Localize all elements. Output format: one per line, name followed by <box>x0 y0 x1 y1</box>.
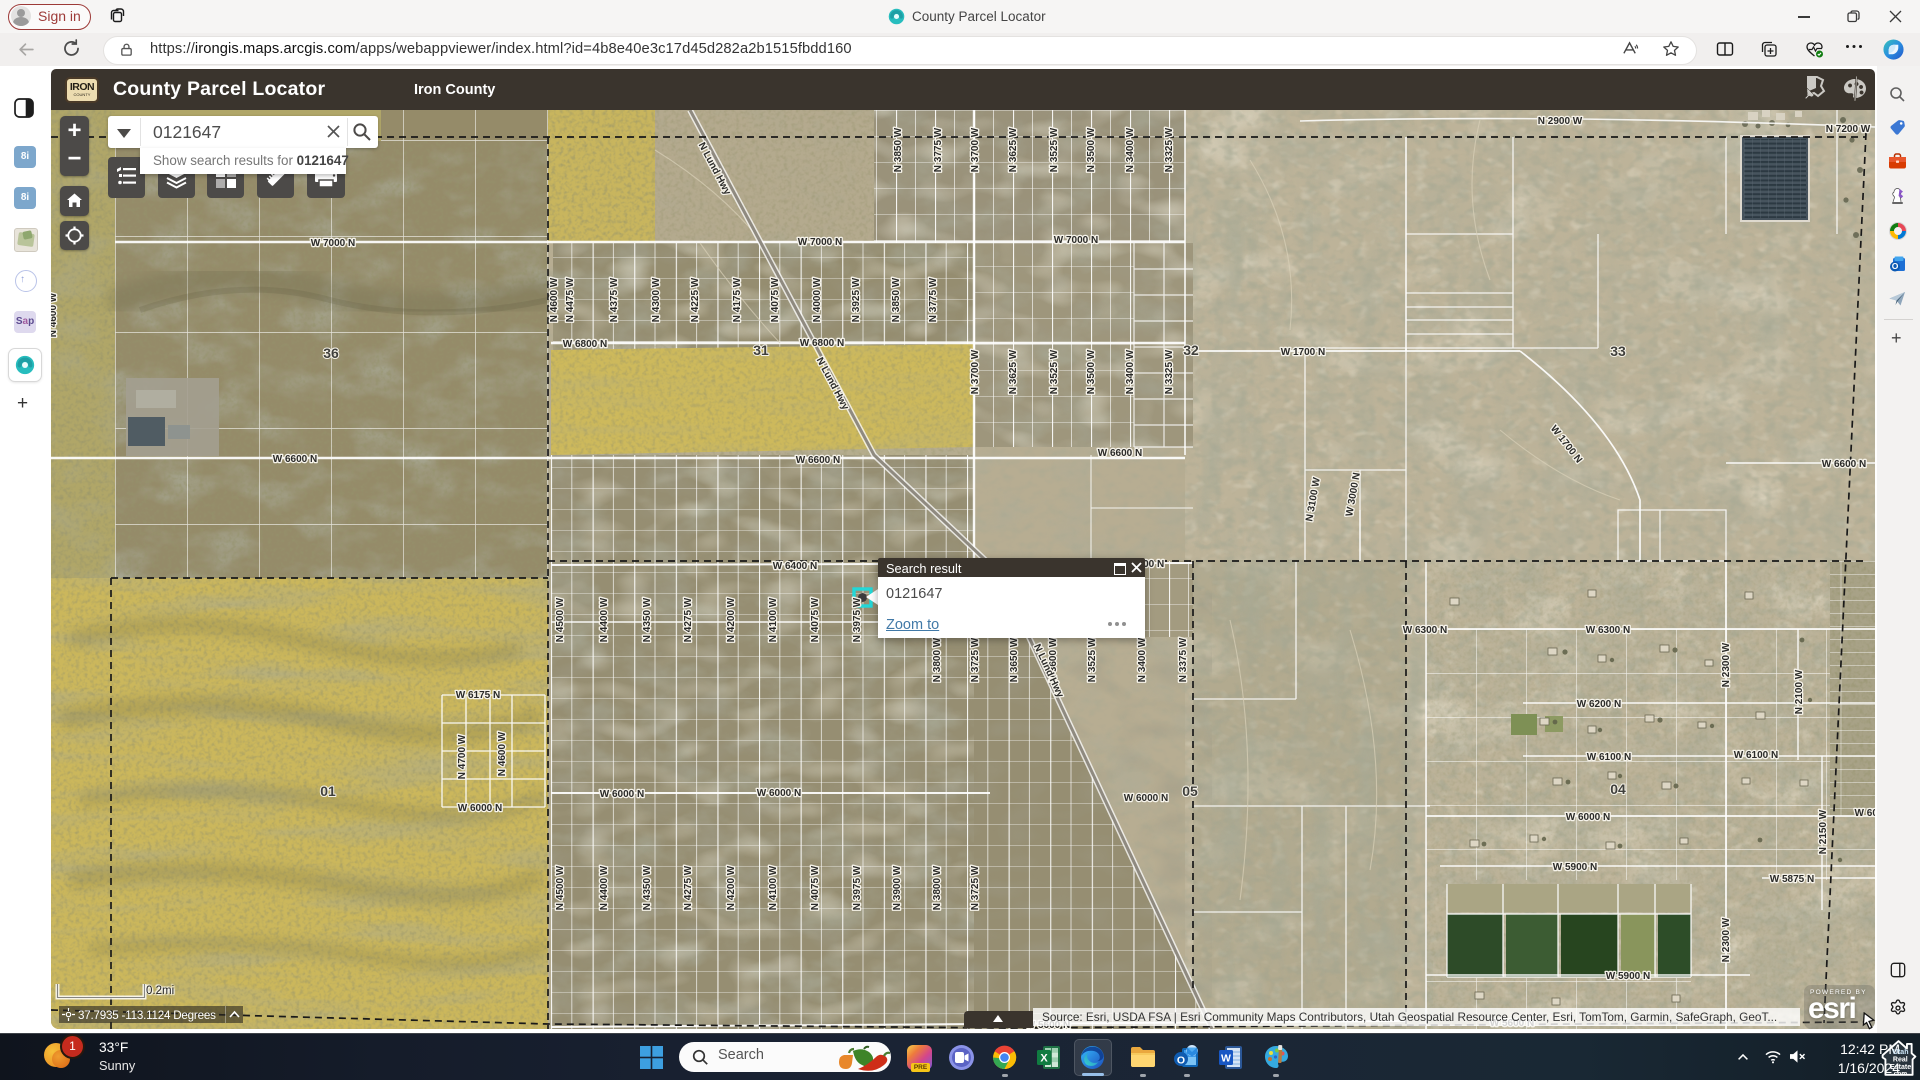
svg-text:N 3800 W: N 3800 W <box>932 637 943 682</box>
svg-text:W 5900 N: W 5900 N <box>1606 971 1650 982</box>
svg-text:Utah: Utah <box>1893 1049 1909 1056</box>
svg-text:N 4400 W: N 4400 W <box>599 597 610 642</box>
svg-text:N 3775 W: N 3775 W <box>928 277 939 322</box>
svg-text:N 3775 W: N 3775 W <box>933 127 944 172</box>
svg-text:N 3525 W: N 3525 W <box>1087 637 1098 682</box>
svg-text:N 3325 W: N 3325 W <box>1164 127 1175 172</box>
svg-text:W 5900 N: W 5900 N <box>1553 862 1597 873</box>
svg-text:N 4200 W: N 4200 W <box>726 865 737 910</box>
svg-text:N 2100 W: N 2100 W <box>1794 669 1805 714</box>
svg-text:N 3625 W: N 3625 W <box>1008 127 1019 172</box>
svg-text:N 4350 W: N 4350 W <box>642 865 653 910</box>
svg-text:N 4225 W: N 4225 W <box>690 277 701 322</box>
svg-text:W 1700 N: W 1700 N <box>1281 347 1325 358</box>
svg-text:N 4600 W: N 4600 W <box>51 292 59 337</box>
svg-text:N 4075 W: N 4075 W <box>810 865 821 910</box>
svg-text:W 6000 N: W 6000 N <box>1124 793 1168 804</box>
svg-text:W 6000 N: W 6000 N <box>600 789 644 800</box>
svg-text:W 6800 N: W 6800 N <box>563 339 607 350</box>
svg-text:N 3375 W: N 3375 W <box>1178 637 1189 682</box>
svg-text:W 6000 N: W 6000 N <box>1566 812 1610 823</box>
svg-text:W 6400 N: W 6400 N <box>773 561 817 572</box>
svg-text:N 3525 W: N 3525 W <box>1049 349 1060 394</box>
svg-text:W 6600 N: W 6600 N <box>273 454 317 465</box>
svg-text:W 6100 N: W 6100 N <box>1734 750 1778 761</box>
svg-text:N 2300 W: N 2300 W <box>1721 917 1732 962</box>
svg-text:W 5875 N: W 5875 N <box>1770 874 1814 885</box>
svg-text:N 4600 W: N 4600 W <box>549 277 560 322</box>
svg-text:33: 33 <box>1610 343 1626 359</box>
svg-text:W 6000 N: W 6000 N <box>757 788 801 799</box>
svg-text:N 4000 W: N 4000 W <box>812 277 823 322</box>
svg-text:N 3725 W: N 3725 W <box>970 637 981 682</box>
svg-text:N 3850 W: N 3850 W <box>893 127 904 172</box>
svg-text:N 4275 W: N 4275 W <box>683 597 694 642</box>
svg-text:O: O <box>1892 261 1899 271</box>
svg-text:N 4350 W: N 4350 W <box>642 597 653 642</box>
svg-text:W 6600 N: W 6600 N <box>796 455 840 466</box>
svg-text:N 3725 W: N 3725 W <box>970 865 981 910</box>
svg-text:W 6000 N: W 6000 N <box>458 803 502 814</box>
svg-text:W 6200 N: W 6200 N <box>1577 699 1621 710</box>
svg-text:W 6600 N: W 6600 N <box>1098 448 1142 459</box>
svg-text:N 4075 W: N 4075 W <box>810 597 821 642</box>
svg-text:N 4500 W: N 4500 W <box>555 865 566 910</box>
svg-text:N 4200 W: N 4200 W <box>726 597 737 642</box>
svg-text:N 4500 W: N 4500 W <box>555 597 566 642</box>
svg-text:N 2300 W: N 2300 W <box>1721 642 1732 687</box>
svg-text:W 7000 N: W 7000 N <box>1054 235 1098 246</box>
svg-text:31: 31 <box>753 342 769 358</box>
svg-text:N 3700 W: N 3700 W <box>970 127 981 172</box>
svg-text:N 3925 W: N 3925 W <box>851 277 862 322</box>
svg-text:X: X <box>1040 1053 1048 1065</box>
svg-text:W 6100 N: W 6100 N <box>1587 752 1631 763</box>
svg-text:N 3850 W: N 3850 W <box>891 277 902 322</box>
svg-text:N 4600 W: N 4600 W <box>497 731 508 776</box>
svg-text:N 3525 W: N 3525 W <box>1049 127 1060 172</box>
svg-text:N 7200 W: N 7200 W <box>1826 124 1871 135</box>
svg-text:36: 36 <box>323 345 339 361</box>
svg-text:N 4300 W: N 4300 W <box>651 277 662 322</box>
svg-text:.com: .com <box>1892 1071 1907 1078</box>
svg-text:N 3400 W: N 3400 W <box>1125 127 1136 172</box>
svg-text:N 4175 W: N 4175 W <box>732 277 743 322</box>
svg-text:N 3700 W: N 3700 W <box>970 349 981 394</box>
svg-text:N 3975 W: N 3975 W <box>852 865 863 910</box>
svg-text:N 3325 W: N 3325 W <box>1164 349 1175 394</box>
svg-text:N 4100 W: N 4100 W <box>768 865 779 910</box>
svg-text:N 4075 W: N 4075 W <box>770 277 781 322</box>
svg-text:N 3650 W: N 3650 W <box>1009 637 1020 682</box>
svg-text:W 600: W 600 <box>1855 808 1875 819</box>
svg-text:05: 05 <box>1182 783 1198 799</box>
svg-text:N 3625 W: N 3625 W <box>1008 349 1019 394</box>
svg-text:N 2900 W: N 2900 W <box>1538 116 1583 127</box>
svg-text:32: 32 <box>1183 342 1199 358</box>
svg-text:N 4400 W: N 4400 W <box>599 865 610 910</box>
svg-text:N 3400 W: N 3400 W <box>1137 637 1148 682</box>
svg-text:04: 04 <box>1610 781 1626 797</box>
svg-text:W 6300 N: W 6300 N <box>1403 625 1447 636</box>
svg-text:N 4275 W: N 4275 W <box>683 865 694 910</box>
svg-text:W: W <box>1221 1053 1231 1065</box>
svg-text:01: 01 <box>320 783 336 799</box>
svg-text:W 6800 N: W 6800 N <box>800 338 844 349</box>
svg-text:N 3800 W: N 3800 W <box>932 865 943 910</box>
svg-text:N 3900 W: N 3900 W <box>892 865 903 910</box>
svg-text:N 4375 W: N 4375 W <box>609 277 620 322</box>
svg-text:W 6175 N: W 6175 N <box>456 690 500 701</box>
svg-text:W 7000 N: W 7000 N <box>311 238 355 249</box>
svg-text:O: O <box>1177 1055 1185 1067</box>
svg-text:W 6600 N: W 6600 N <box>1822 459 1866 470</box>
svg-text:Real: Real <box>1893 1057 1908 1064</box>
svg-text:N 4700 W: N 4700 W <box>457 734 468 779</box>
svg-text:N 3500 W: N 3500 W <box>1086 127 1097 172</box>
svg-text:W 7000 N: W 7000 N <box>798 237 842 248</box>
svg-text:W 6300 N: W 6300 N <box>1586 625 1630 636</box>
svg-text:N 4100 W: N 4100 W <box>768 597 779 642</box>
svg-text:N 3500 W: N 3500 W <box>1086 349 1097 394</box>
svg-text:N 2150 W: N 2150 W <box>1818 809 1829 854</box>
svg-text:N 3400 W: N 3400 W <box>1125 349 1136 394</box>
svg-text:N 3975 W: N 3975 W <box>852 597 863 642</box>
svg-text:N 4475 W: N 4475 W <box>565 277 576 322</box>
